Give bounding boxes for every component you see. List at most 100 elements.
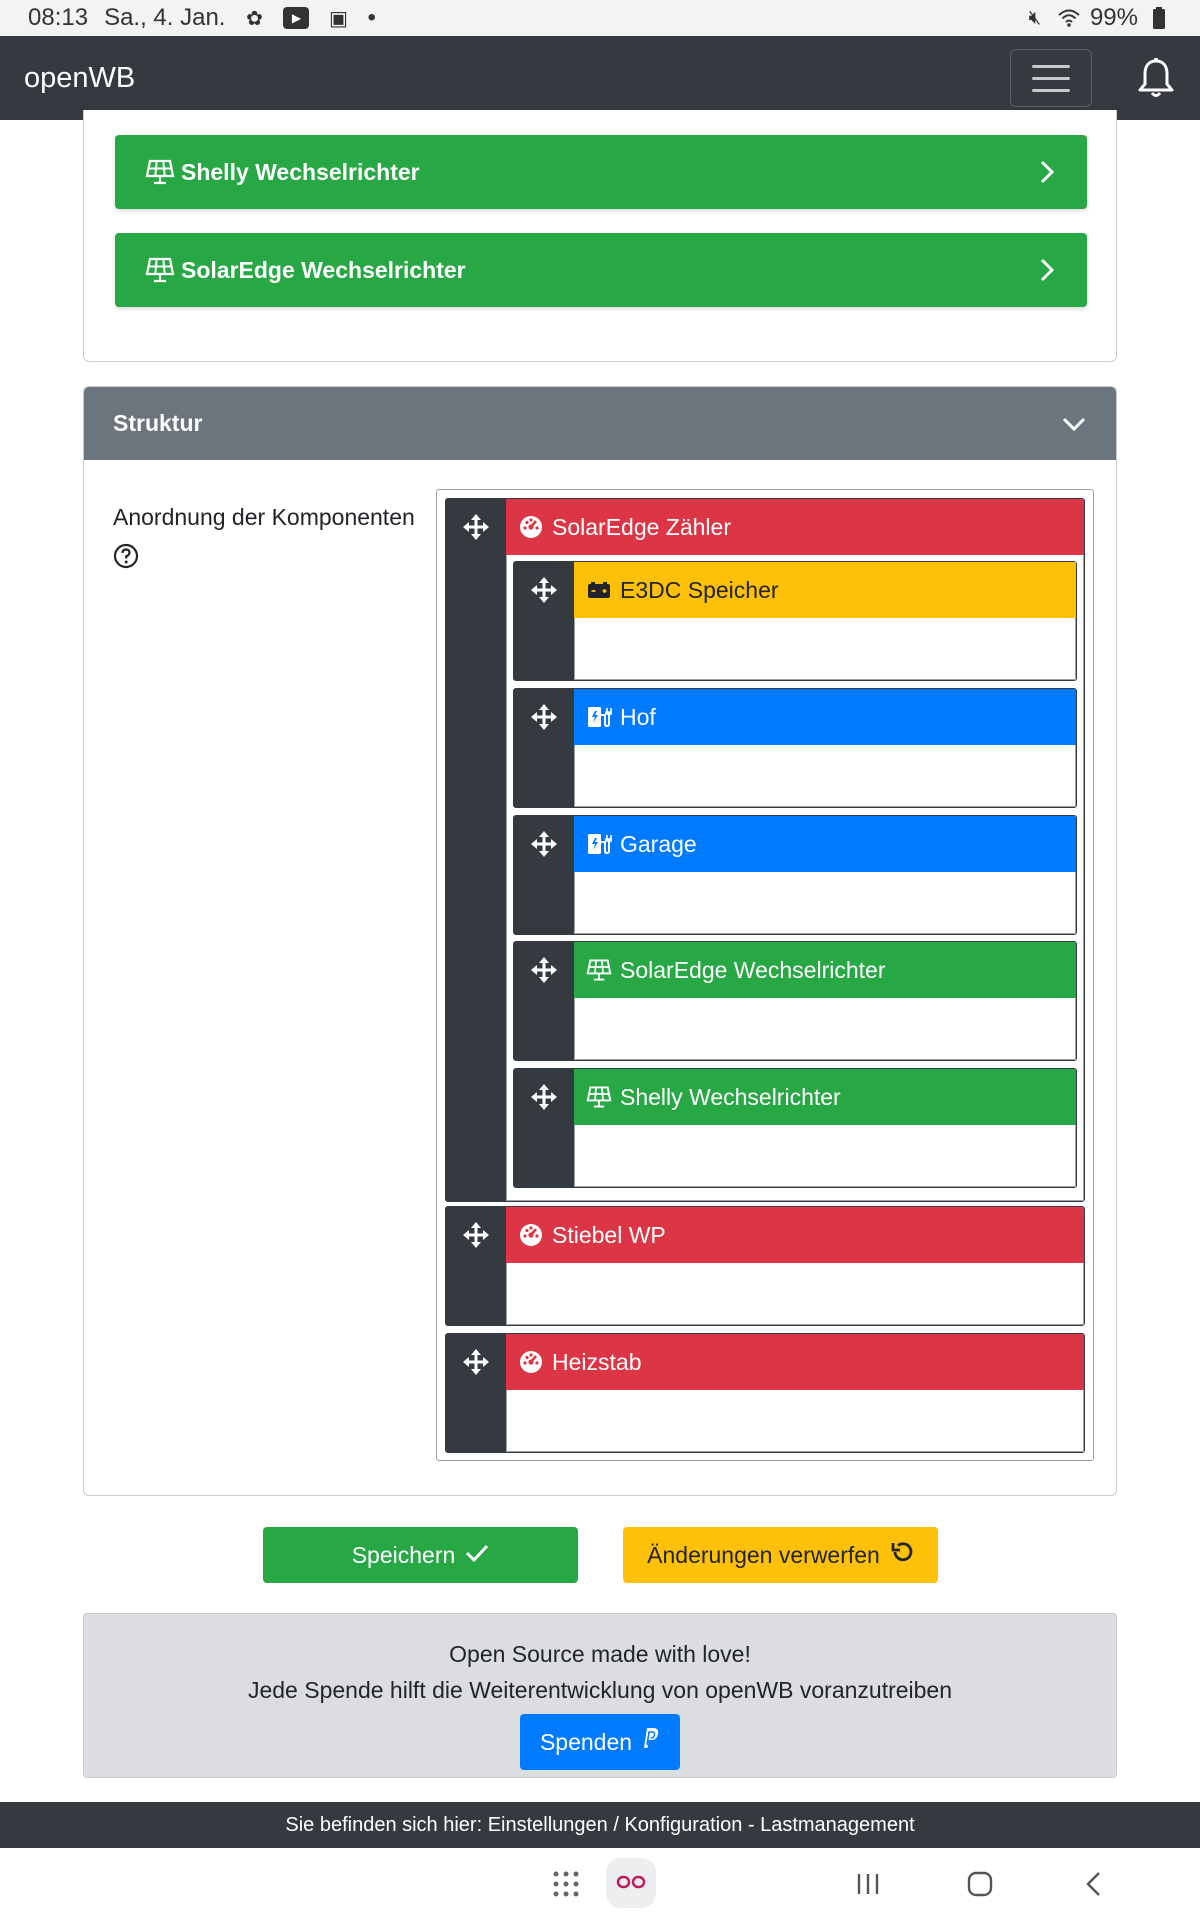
tree-node-title: Stiebel WP <box>506 1207 1084 1263</box>
chevron-right-icon <box>1037 256 1057 284</box>
move-icon[interactable] <box>446 499 506 555</box>
move-icon[interactable] <box>514 1069 574 1125</box>
wifi-icon <box>1056 7 1082 29</box>
tree-node-label: Hof <box>620 703 656 730</box>
charging-station-icon <box>586 705 612 729</box>
charging-station-icon <box>586 832 612 856</box>
top-item-solaredge-wechselrichter[interactable]: SolarEdge Wechselrichter <box>115 233 1087 307</box>
undo-icon <box>890 1540 914 1570</box>
tree-node-children <box>574 872 1076 934</box>
struktur-card: Struktur Anordnung der Komponenten Solar… <box>83 386 1117 1496</box>
move-icon[interactable] <box>514 689 574 745</box>
solar-panel-icon <box>586 958 612 982</box>
system-navigation-bar <box>0 1848 1200 1920</box>
discard-button-label: Änderungen verwerfen <box>647 1541 880 1568</box>
chevron-down-icon[interactable] <box>1061 414 1087 434</box>
move-icon[interactable] <box>446 1334 506 1390</box>
tree-node-children <box>574 745 1076 807</box>
struktur-header[interactable]: Struktur <box>84 387 1116 460</box>
tree-node-stiebel-wp[interactable]: Stiebel WP <box>445 1206 1085 1326</box>
help-icon[interactable] <box>113 543 139 569</box>
tree-node-label: Heizstab <box>552 1348 642 1375</box>
battery-percent: 99% <box>1089 4 1138 31</box>
component-tree: SolarEdge Zähler E3DC Speicher Hof Garag… <box>436 489 1094 1461</box>
arrangement-label: Anordnung der Komponenten <box>113 504 415 530</box>
save-button-label: Speichern <box>351 1541 456 1568</box>
component-list-card: Shelly Wechselrichter SolarEdge Wechselr… <box>83 110 1117 362</box>
status-dot: • <box>367 4 376 31</box>
chevron-right-icon <box>1037 158 1057 186</box>
check-icon <box>465 1542 489 1569</box>
tree-node-children <box>506 1263 1084 1325</box>
move-icon[interactable] <box>514 562 574 618</box>
tree-node-title: E3DC Speicher <box>574 562 1076 618</box>
arrangement-label-area: Anordnung der Komponenten <box>113 503 423 577</box>
footer-line-2: Jede Spende hilft die Weiterentwicklung … <box>247 1677 953 1703</box>
tree-node-hof[interactable]: Hof <box>513 688 1077 808</box>
tree-node-children: E3DC Speicher Hof Garage SolarEdge Wechs… <box>506 555 1084 1201</box>
gauge-icon <box>518 515 544 539</box>
top-item-label: SolarEdge Wechselrichter <box>181 256 466 283</box>
top-item-label: Shelly Wechselrichter <box>181 158 420 185</box>
recent-app-icon[interactable] <box>606 1858 656 1908</box>
battery-icon <box>586 578 612 602</box>
tree-node-heizstab[interactable]: Heizstab <box>445 1333 1085 1453</box>
tree-node-label: E3DC Speicher <box>620 576 779 603</box>
hamburger-line <box>1032 76 1070 80</box>
status-time: 08:13 <box>28 4 89 31</box>
brand-title[interactable]: openWB <box>24 62 135 95</box>
tree-node-title: Heizstab <box>506 1334 1084 1390</box>
solar-panel-icon <box>145 159 175 185</box>
recents-icon[interactable] <box>844 1860 892 1908</box>
tree-node-e3dc-speicher[interactable]: E3DC Speicher <box>513 561 1077 681</box>
footer-line-1: Open Source made with love! <box>449 1641 751 1667</box>
tree-node-label: SolarEdge Wechselrichter <box>620 956 886 983</box>
gallery-icon: ▣ <box>329 7 348 30</box>
menu-toggle-button[interactable] <box>1010 49 1092 107</box>
discard-changes-button[interactable]: Änderungen verwerfen <box>623 1527 938 1583</box>
breadcrumb-text: Sie befinden sich hier: Einstellungen / … <box>285 1813 915 1836</box>
tree-node-garage[interactable]: Garage <box>513 815 1077 935</box>
tree-node-children <box>574 618 1076 680</box>
donation-card: Open Source made with love! Jede Spende … <box>83 1613 1117 1778</box>
donate-button[interactable]: Spenden <box>519 1714 681 1770</box>
tree-node-label: Shelly Wechselrichter <box>620 1083 841 1110</box>
status-date: Sa., 4. Jan. <box>104 4 226 31</box>
move-icon[interactable] <box>446 1207 506 1263</box>
tree-node-title: Garage <box>574 816 1076 872</box>
home-icon[interactable] <box>956 1860 1004 1908</box>
tree-node-children <box>574 998 1076 1060</box>
solar-panel-icon <box>586 1085 612 1109</box>
gauge-icon <box>518 1350 544 1374</box>
hamburger-line <box>1032 88 1070 92</box>
tree-node-title: SolarEdge Wechselrichter <box>574 942 1076 998</box>
hamburger-line <box>1032 64 1070 68</box>
fan-icon: ✿ <box>246 7 263 30</box>
tree-node-title: Shelly Wechselrichter <box>574 1069 1076 1125</box>
tree-node-shelly-wechselrichter[interactable]: Shelly Wechselrichter <box>513 1068 1077 1188</box>
mute-icon: 🔇︎ <box>1028 6 1042 29</box>
tree-node-title: Hof <box>574 689 1076 745</box>
save-button[interactable]: Speichern <box>263 1527 578 1583</box>
paypal-icon <box>640 1724 660 1760</box>
tree-node-label: Stiebel WP <box>552 1221 666 1248</box>
app-drawer-icon[interactable] <box>542 1860 590 1908</box>
struktur-title: Struktur <box>113 410 203 436</box>
tree-node-label: Garage <box>620 830 697 857</box>
bell-icon[interactable] <box>1136 56 1176 100</box>
tree-node-solaredge-zaehler[interactable]: SolarEdge Zähler E3DC Speicher Hof Garag… <box>445 498 1085 1202</box>
tree-node-label: SolarEdge Zähler <box>552 513 731 540</box>
top-navbar: openWB <box>0 36 1200 120</box>
battery-icon <box>1146 7 1172 29</box>
tree-node-solaredge-wechselrichter[interactable]: SolarEdge Wechselrichter <box>513 941 1077 1061</box>
move-icon[interactable] <box>514 942 574 998</box>
move-icon[interactable] <box>514 816 574 872</box>
back-icon[interactable] <box>1070 1860 1118 1908</box>
solar-panel-icon <box>145 257 175 283</box>
donate-button-label: Spenden <box>539 1729 633 1755</box>
status-bar: 08:13 Sa., 4. Jan. ✿ ▶ ▣ • 🔇︎ 99% <box>0 0 1200 36</box>
breadcrumb: Sie befinden sich hier: Einstellungen / … <box>0 1802 1200 1848</box>
tree-node-children <box>506 1390 1084 1452</box>
top-item-shelly-wechselrichter[interactable]: Shelly Wechselrichter <box>115 135 1087 209</box>
youtube-icon: ▶ <box>283 7 310 29</box>
